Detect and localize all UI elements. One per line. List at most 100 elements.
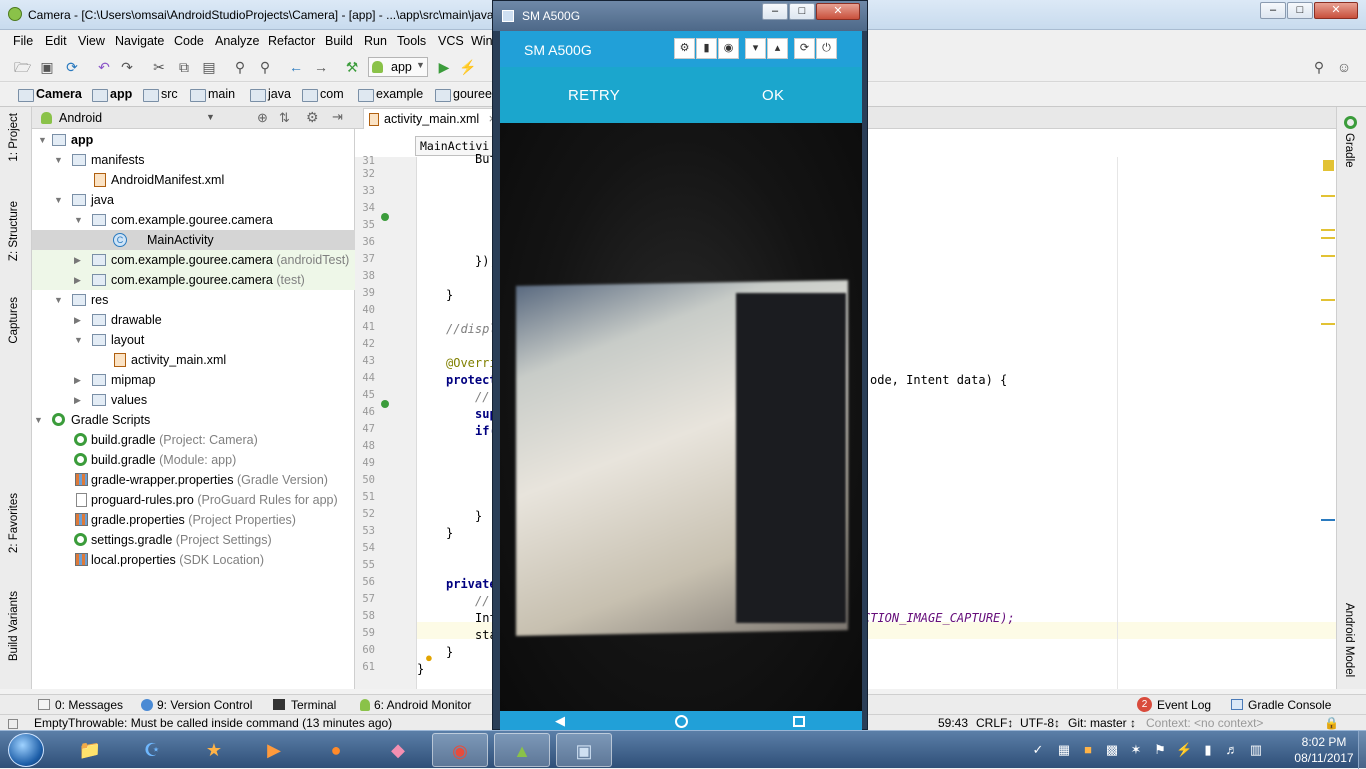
tab-project[interactable]: 1: Project xyxy=(8,113,20,162)
warning-marker[interactable] xyxy=(1321,299,1335,301)
target-icon[interactable]: ⊕ xyxy=(257,110,268,126)
caret-position[interactable]: 59:43 xyxy=(938,716,968,730)
media-player-icon[interactable]: ▶ xyxy=(246,733,302,767)
firefox-icon[interactable]: ● xyxy=(308,733,364,767)
chrome-icon[interactable]: ◉ xyxy=(432,733,488,767)
tray-power-manager-icon[interactable]: ⚡ xyxy=(1176,742,1192,758)
forward-icon[interactable]: → xyxy=(313,59,329,75)
emulator-taskbar-icon[interactable]: ▣ xyxy=(556,733,612,767)
scroll-position-marker[interactable] xyxy=(1321,519,1335,521)
menu-analyze[interactable]: Analyze xyxy=(215,34,259,48)
home-nav-icon[interactable] xyxy=(675,715,688,728)
tree-item-activity-main-xml[interactable]: activity_main.xml xyxy=(32,350,355,370)
expand-arrow-icon[interactable]: ▶ xyxy=(74,390,81,410)
file-encoding[interactable]: UTF-8↕ xyxy=(1020,716,1060,730)
redo-icon[interactable]: ↷ xyxy=(119,59,135,75)
recents-nav-icon[interactable] xyxy=(793,716,805,727)
expand-arrow-icon[interactable]: ▶ xyxy=(74,310,81,330)
tab-android-model[interactable]: Android Model xyxy=(1343,603,1355,677)
warning-marker[interactable] xyxy=(1321,255,1335,257)
analysis-status-icon[interactable] xyxy=(1323,160,1334,171)
expand-arrow-icon[interactable]: ▼ xyxy=(74,210,83,230)
tree-item-app[interactable]: ▼ app xyxy=(32,130,355,150)
tree-item-build-gradle-project[interactable]: build.gradle (Project: Camera) xyxy=(32,430,355,450)
minimize-button[interactable]: – xyxy=(1260,2,1286,19)
make-project-icon[interactable]: ⚒ xyxy=(344,59,360,75)
tree-item-gradle-scripts[interactable]: ▼ Gradle Scripts xyxy=(32,410,355,430)
cut-icon[interactable]: ✂ xyxy=(151,59,167,75)
tray-app-icon[interactable]: ✓ xyxy=(1030,742,1046,758)
git-branch[interactable]: Git: master ↕ xyxy=(1068,716,1136,730)
hide-panel-icon[interactable]: ⇥ xyxy=(332,109,343,125)
bluetooth-icon[interactable]: ✶ xyxy=(1128,742,1144,758)
menu-run[interactable]: Run xyxy=(364,34,387,48)
tree-item-local-properties[interactable]: local.properties (SDK Location) xyxy=(32,550,355,570)
copy-icon[interactable]: ⧉ xyxy=(176,59,192,75)
tab-event-log[interactable]: Event Log xyxy=(1157,698,1211,712)
tree-item-package-androidtest[interactable]: ▶ com.example.gouree.camera (androidTest… xyxy=(32,250,355,270)
volume-down-icon[interactable]: ▾ xyxy=(745,38,766,59)
tab-terminal[interactable]: Terminal xyxy=(291,698,336,712)
tree-item-res[interactable]: ▼ res xyxy=(32,290,355,310)
breadcrumb-main[interactable]: main xyxy=(188,87,235,102)
warning-marker[interactable] xyxy=(1321,323,1335,325)
tray-antivirus-icon[interactable]: ■ xyxy=(1080,742,1096,758)
tab-android-monitor[interactable]: 6: Android Monitor xyxy=(374,698,471,712)
volume-icon[interactable]: ♬ xyxy=(1224,742,1240,758)
breadcrumb-java[interactable]: java xyxy=(248,87,291,102)
menu-build[interactable]: Build xyxy=(325,34,353,48)
chevron-down-icon[interactable]: ▼ xyxy=(206,112,215,122)
maximize-button[interactable]: □ xyxy=(1287,2,1313,19)
user-icon[interactable]: ☺ xyxy=(1336,59,1352,75)
lock-icon[interactable]: 🔒 xyxy=(1324,716,1339,730)
expand-arrow-icon[interactable]: ▼ xyxy=(34,410,43,430)
breadcrumb-gouree[interactable]: gouree xyxy=(433,87,492,102)
override-marker-icon[interactable] xyxy=(381,400,389,408)
tree-item-values[interactable]: ▶ values xyxy=(32,390,355,410)
retry-button[interactable]: RETRY xyxy=(568,87,620,104)
run-config-select[interactable]: app ▼ xyxy=(368,57,428,77)
close-button[interactable]: ✕ xyxy=(1314,2,1358,19)
find-icon[interactable]: ⚲ xyxy=(232,59,248,75)
menu-code[interactable]: Code xyxy=(174,34,204,48)
sync-icon[interactable]: ⟳ xyxy=(64,59,80,75)
settings-icon[interactable]: ⚙ xyxy=(674,38,695,59)
tree-item-gradle-wrapper[interactable]: gradle-wrapper.properties (Gradle Versio… xyxy=(32,470,355,490)
warning-marker[interactable] xyxy=(1321,195,1335,197)
breadcrumb-example[interactable]: example xyxy=(356,87,423,102)
emulator-close-button[interactable]: ✕ xyxy=(816,3,860,20)
apply-changes-icon[interactable]: ⚡ xyxy=(459,59,476,75)
expand-arrow-icon[interactable]: ▶ xyxy=(74,250,81,270)
intention-bulb-icon[interactable]: ● xyxy=(425,650,433,665)
expand-arrow-icon[interactable]: ▼ xyxy=(74,330,83,350)
override-marker-icon[interactable] xyxy=(381,213,389,221)
video-record-icon[interactable]: ▮ xyxy=(696,38,717,59)
back-icon[interactable]: ← xyxy=(288,59,304,75)
emulator-maximize-button[interactable]: □ xyxy=(789,3,815,20)
menu-tools[interactable]: Tools xyxy=(397,34,426,48)
tree-item-build-gradle-module[interactable]: build.gradle (Module: app) xyxy=(32,450,355,470)
expand-arrow-icon[interactable]: ▼ xyxy=(54,150,63,170)
breadcrumb-com[interactable]: com xyxy=(300,87,344,102)
warning-marker[interactable] xyxy=(1321,237,1335,239)
internet-explorer-icon[interactable]: ☪ xyxy=(124,733,180,767)
tree-item-settings-gradle[interactable]: settings.gradle (Project Settings) xyxy=(32,530,355,550)
undo-icon[interactable]: ↶ xyxy=(96,59,112,75)
tree-item-mipmap[interactable]: ▶ mipmap xyxy=(32,370,355,390)
tab-build-variants[interactable]: Build Variants xyxy=(8,591,20,661)
action-center-flag-icon[interactable]: ⚑ xyxy=(1152,742,1168,758)
ok-button[interactable]: OK xyxy=(762,87,784,104)
menu-view[interactable]: View xyxy=(78,34,105,48)
back-nav-icon[interactable]: ◀ xyxy=(555,713,565,729)
screenshot-icon[interactable]: ◉ xyxy=(718,38,739,59)
search-everywhere-icon[interactable]: ⚲ xyxy=(1311,59,1327,75)
git-app-icon[interactable]: ◆ xyxy=(370,733,426,767)
breadcrumb-src[interactable]: src xyxy=(141,87,178,102)
star-app-icon[interactable]: ★ xyxy=(186,733,242,767)
tree-item-proguard[interactable]: proguard-rules.pro (ProGuard Rules for a… xyxy=(32,490,355,510)
tray-display-icon[interactable]: ▩ xyxy=(1104,742,1120,758)
tab-messages[interactable]: 0: Messages xyxy=(55,698,123,712)
status-toggle-icon[interactable] xyxy=(8,719,18,729)
file-explorer-icon[interactable]: 📁 xyxy=(62,733,118,767)
menu-refactor[interactable]: Refactor xyxy=(268,34,315,48)
